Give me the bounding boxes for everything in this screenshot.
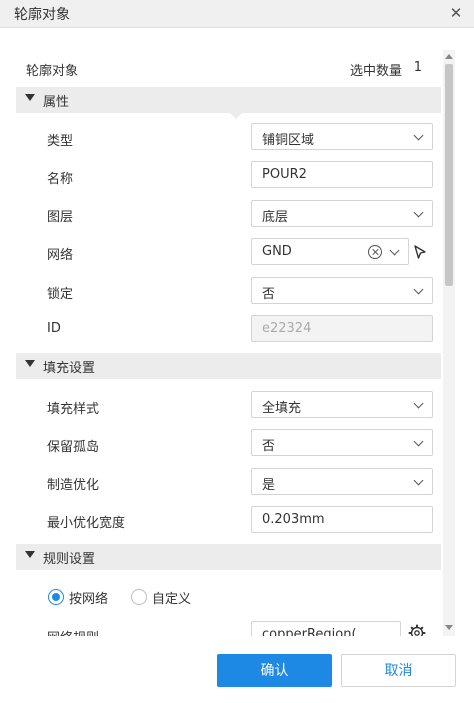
caret-down-icon [25, 551, 35, 558]
lock-value: 否 [262, 287, 276, 302]
optimize-select[interactable]: 是 [251, 468, 433, 495]
net-rule-value: copperRegion( [262, 627, 357, 636]
net-label: 网络 [47, 248, 74, 263]
id-label: ID [47, 321, 61, 336]
net-rule-select[interactable]: copperRegion( [251, 621, 401, 636]
fill-style-value: 全填充 [262, 401, 302, 416]
min-width-label: 最小优化宽度 [47, 516, 126, 531]
caret-down-icon [25, 360, 35, 367]
pick-cursor-icon[interactable] [412, 244, 428, 260]
property-panel[interactable]: 轮廓对象 选中数量 1 属性 类型 铺铜区域 名称 POUR2 图层 底层 网络… [0, 50, 474, 636]
scroll-down-arrow-icon[interactable] [445, 625, 453, 630]
keep-islands-select[interactable]: 否 [251, 429, 433, 456]
radio-by-net-label[interactable]: 按网络 [69, 588, 108, 607]
chevron-down-icon [413, 436, 424, 447]
radio-by-net[interactable] [48, 589, 64, 605]
name-value: POUR2 [262, 167, 307, 182]
section-title: 属性 [43, 95, 70, 110]
id-value: e22324 [262, 321, 312, 336]
clear-icon[interactable] [368, 245, 382, 259]
object-type-label: 轮廓对象 [26, 64, 79, 79]
dialog-footer: 确认 取消 [0, 636, 474, 703]
section-title: 填充设置 [43, 361, 96, 376]
section-title: 规则设置 [43, 552, 96, 567]
net-value: GND [262, 244, 292, 259]
section-header-rules[interactable]: 规则设置 [16, 544, 441, 570]
min-width-value: 0.203mm [262, 512, 325, 527]
type-label: 类型 [47, 134, 74, 149]
radio-custom[interactable] [131, 589, 147, 605]
layer-select[interactable]: 底层 [251, 200, 433, 227]
chevron-down-icon [413, 398, 424, 409]
scrollbar-thumb[interactable] [445, 64, 453, 286]
lock-select[interactable]: 否 [251, 277, 433, 304]
name-field[interactable]: POUR2 [251, 161, 433, 188]
fill-style-label: 填充样式 [47, 402, 100, 417]
layer-label: 图层 [47, 210, 74, 225]
name-label: 名称 [47, 172, 74, 187]
keep-islands-value: 否 [262, 439, 276, 454]
type-select[interactable]: 铺铜区域 [251, 123, 433, 150]
min-width-field[interactable]: 0.203mm [251, 506, 433, 533]
chevron-down-icon [413, 130, 424, 141]
section-header-properties[interactable]: 属性 [16, 87, 441, 113]
caret-down-icon [25, 94, 35, 101]
section-header-fill[interactable]: 填充设置 [16, 353, 441, 379]
type-value: 铺铜区域 [262, 133, 315, 148]
radio-custom-label[interactable]: 自定义 [152, 588, 191, 607]
dialog-title: 轮廓对象 [14, 7, 70, 23]
close-icon[interactable]: ✕ [448, 4, 464, 22]
optimize-label: 制造优化 [47, 478, 100, 493]
chevron-down-icon [413, 475, 424, 486]
fill-style-select[interactable]: 全填充 [251, 391, 433, 418]
lock-label: 锁定 [47, 287, 74, 302]
id-field: e22324 [251, 315, 433, 342]
chevron-down-icon [389, 245, 400, 256]
selection-count-label: 选中数量 [349, 64, 402, 79]
confirm-button[interactable]: 确认 [217, 654, 332, 687]
scroll-up-arrow-icon[interactable] [445, 54, 453, 59]
selection-summary: 轮廓对象 选中数量 1 [26, 60, 422, 80]
optimize-value: 是 [262, 478, 276, 493]
section-pointer [230, 113, 242, 119]
cancel-button[interactable]: 取消 [341, 654, 456, 687]
chevron-down-icon [413, 284, 424, 295]
net-select[interactable]: GND [251, 238, 409, 265]
dialog-titlebar: 轮廓对象 ✕ [0, 0, 474, 28]
chevron-down-icon [413, 207, 424, 218]
keep-islands-label: 保留孤岛 [47, 440, 100, 455]
layer-value: 底层 [262, 210, 289, 225]
selection-count: 1 [413, 60, 422, 75]
net-rule-label: 网络规则 [47, 627, 99, 636]
gear-icon[interactable] [408, 624, 426, 636]
